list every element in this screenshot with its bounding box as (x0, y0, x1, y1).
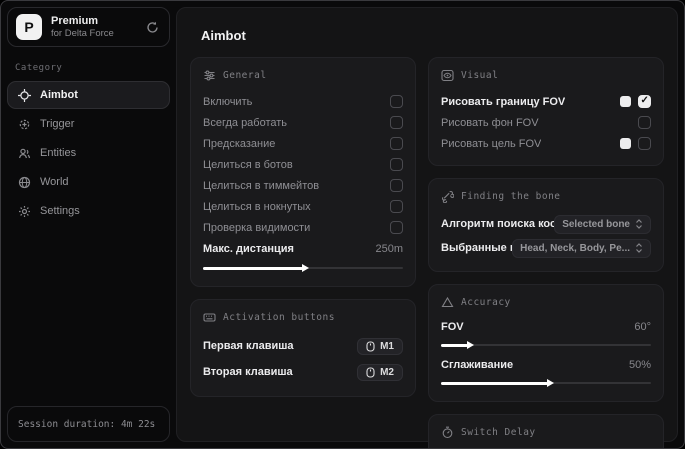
slider-row: Макс. дистанция 250m (203, 242, 403, 255)
keybind-button-m2[interactable]: M2 (357, 363, 403, 381)
brand-subtitle: for Delta Force (51, 27, 114, 39)
sliders-icon (203, 69, 216, 82)
activation-card: Activation buttons Первая клавиша M1 Вто… (190, 299, 416, 397)
select-row: Алгоритм поиска кост Selected bone (441, 212, 651, 236)
brand-logo: P (16, 14, 42, 40)
smoothing-slider[interactable] (441, 378, 651, 388)
visual-row: Рисовать цель FOV (441, 133, 651, 154)
sidebar-nav: Aimbot Trigger Entities World Settings (7, 81, 170, 225)
slider-value: 50% (628, 359, 651, 371)
refresh-icon[interactable] (145, 20, 160, 35)
eye-icon (441, 69, 454, 82)
checkbox[interactable] (390, 200, 403, 213)
bone-icon (441, 190, 454, 203)
bone-algorithm-select[interactable]: Selected bone (554, 214, 651, 234)
toggle-row: Включить (203, 91, 403, 112)
keyboard-icon (203, 311, 216, 324)
toggle-row: Целиться в тиммейтов (203, 175, 403, 196)
main-panel: Aimbot General Включить Всегда работать … (176, 7, 678, 448)
trigger-icon (18, 118, 31, 131)
mouse-icon (366, 340, 375, 352)
keybind-row: Первая клавиша M1 (203, 333, 403, 359)
page-title: Aimbot (201, 28, 246, 43)
chevron-updown-icon (635, 243, 643, 253)
section-title: Visual (461, 70, 499, 81)
chevron-updown-icon (635, 219, 643, 229)
section-title: General (223, 70, 267, 81)
checkbox[interactable] (638, 95, 651, 108)
checkbox[interactable] (390, 137, 403, 150)
visual-row: Рисовать фон FOV (441, 112, 651, 133)
sidebar-item-label: Settings (40, 205, 80, 217)
checkbox[interactable] (390, 179, 403, 192)
section-title: Finding the bone (461, 191, 561, 202)
section-title: Switch Delay (461, 427, 536, 438)
brand-card: P Premium for Delta Force (7, 7, 170, 47)
sidebar-item-aimbot[interactable]: Aimbot (7, 81, 170, 109)
sidebar-item-entities[interactable]: Entities (7, 139, 170, 167)
toggle-row: Всегда работать (203, 112, 403, 133)
toggle-row: Целиться в нокнутых (203, 196, 403, 217)
app-window: P Premium for Delta Force Category Aimbo… (0, 0, 685, 449)
checkbox[interactable] (390, 116, 403, 129)
toggle-row: Проверка видимости (203, 217, 403, 238)
checkbox[interactable] (638, 116, 651, 129)
slider-row: FOV 60° (441, 321, 651, 333)
general-card: General Включить Всегда работать Предска… (190, 57, 416, 287)
sidebar-item-label: Aimbot (40, 89, 78, 101)
visual-card: Visual Рисовать границу FOV Рисовать фон… (428, 57, 664, 166)
selected-bones-select[interactable]: Head, Neck, Body, Pe... (512, 238, 651, 258)
checkbox[interactable] (390, 95, 403, 108)
brand-title: Premium (51, 14, 99, 27)
visual-row: Рисовать границу FOV (441, 91, 651, 112)
slider-value: 250m (375, 242, 403, 255)
sidebar-item-trigger[interactable]: Trigger (7, 110, 170, 138)
keybind-button-m1[interactable]: M1 (357, 337, 403, 355)
toggle-row: Целиться в ботов (203, 154, 403, 175)
category-label: Category (15, 63, 63, 73)
triangle-icon (441, 296, 454, 309)
toggle-row: Предсказание (203, 133, 403, 154)
select-row: Выбранные кос Head, Neck, Body, Pe... (441, 236, 651, 260)
sidebar-item-label: Entities (40, 147, 77, 159)
slider-row: Сглаживание 50% (441, 359, 651, 371)
stopwatch-icon (441, 426, 454, 439)
color-swatch[interactable] (620, 138, 631, 149)
sidebar-item-world[interactable]: World (7, 168, 170, 196)
slider-value: 60° (634, 321, 651, 333)
sidebar: P Premium for Delta Force Category Aimbo… (7, 7, 170, 442)
section-title: Accuracy (461, 297, 511, 308)
mouse-icon (366, 366, 375, 378)
section-title: Activation buttons (223, 312, 335, 323)
fov-slider[interactable] (441, 340, 651, 350)
checkbox[interactable] (638, 137, 651, 150)
max-distance-slider[interactable] (203, 263, 403, 273)
keybind-row: Вторая клавиша M2 (203, 359, 403, 385)
checkbox[interactable] (390, 158, 403, 171)
crosshair-icon (18, 88, 31, 102)
sidebar-item-label: World (40, 176, 69, 188)
accuracy-card: Accuracy FOV 60° Сглаживание 50% (428, 284, 664, 402)
gear-icon (18, 205, 31, 218)
entities-icon (18, 147, 31, 160)
color-swatch[interactable] (620, 96, 631, 107)
checkbox[interactable] (390, 221, 403, 234)
switch-delay-card: Switch Delay Задержка переключения Задер… (428, 414, 664, 448)
session-duration-text: Session duration: 4m 22s (18, 418, 156, 430)
globe-icon (18, 176, 31, 189)
sidebar-item-label: Trigger (40, 118, 75, 130)
sidebar-item-settings[interactable]: Settings (7, 197, 170, 225)
bone-card: Finding the bone Алгоритм поиска кост Se… (428, 178, 664, 272)
session-duration: Session duration: 4m 22s (7, 406, 170, 442)
